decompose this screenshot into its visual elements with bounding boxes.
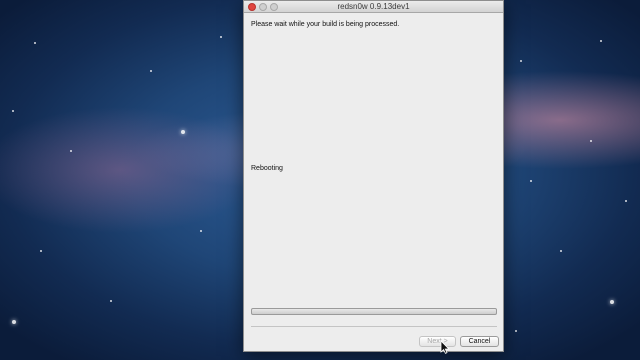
cancel-button[interactable]: Cancel: [460, 336, 499, 347]
star: [40, 250, 42, 252]
star: [70, 150, 72, 152]
window-titlebar[interactable]: redsn0w 0.9.13dev1: [244, 1, 503, 13]
star: [590, 140, 592, 142]
footer-separator: [251, 326, 497, 327]
instruction-message: Please wait while your build is being pr…: [251, 21, 400, 28]
star: [520, 60, 522, 62]
star: [200, 230, 202, 232]
star: [34, 42, 36, 44]
star: [181, 130, 185, 134]
star: [600, 40, 602, 42]
star: [220, 36, 222, 38]
mouse-pointer-icon: [440, 340, 450, 354]
window-title: redsn0w 0.9.13dev1: [337, 2, 410, 11]
window-content: Please wait while your build is being pr…: [244, 13, 503, 351]
next-button[interactable]: Next >: [419, 336, 456, 347]
status-text: Rebooting: [251, 165, 283, 172]
redsn0w-window: redsn0w 0.9.13dev1 Please wait while you…: [243, 0, 504, 352]
star: [12, 320, 16, 324]
star: [625, 200, 627, 202]
star: [610, 300, 614, 304]
star: [560, 250, 562, 252]
star: [530, 180, 532, 182]
star: [110, 300, 112, 302]
progress-bar: [251, 308, 497, 315]
star: [150, 70, 152, 72]
star: [12, 110, 14, 112]
star: [515, 330, 517, 332]
